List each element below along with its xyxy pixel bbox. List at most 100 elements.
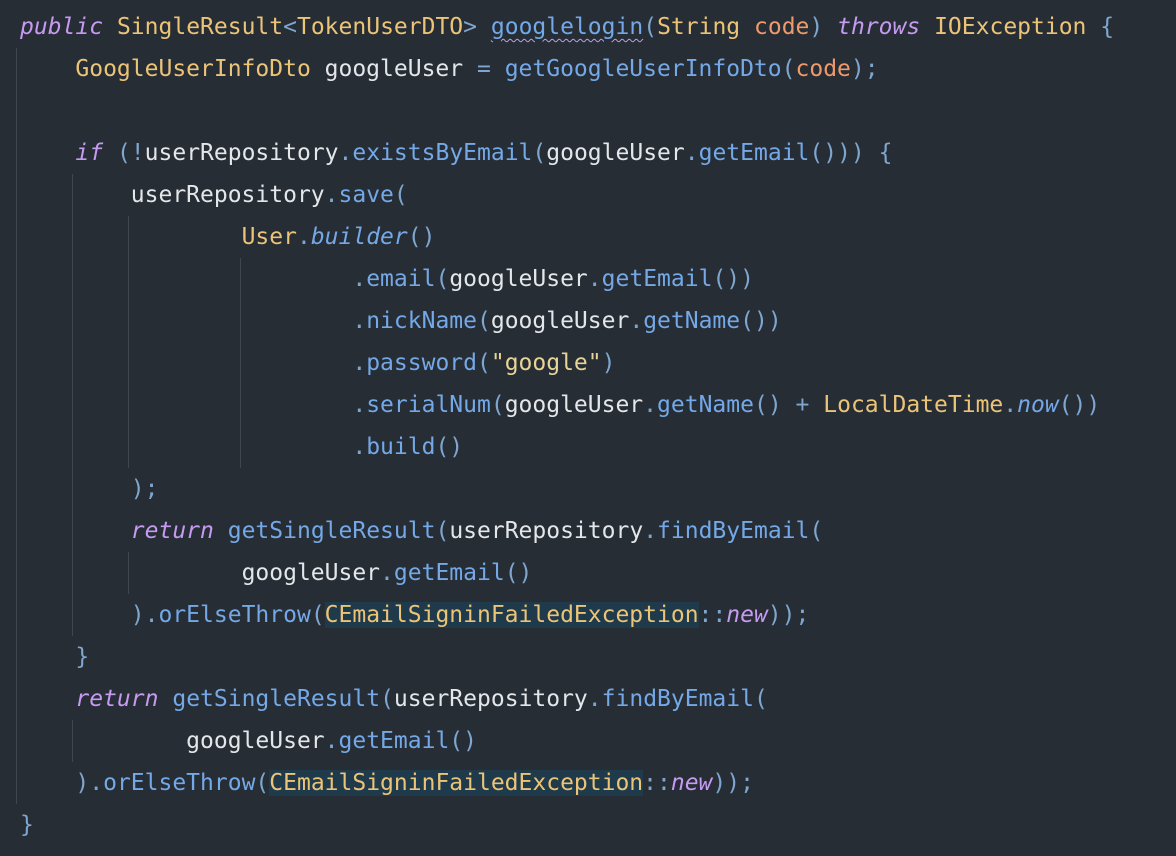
code-token: googlelogin	[490, 14, 644, 40]
code-token: .	[643, 518, 658, 544]
code-line[interactable]: googleUser.getEmail()	[20, 720, 477, 762]
code-token: .	[587, 686, 602, 712]
code-token: .	[629, 308, 644, 334]
code-token: code	[795, 56, 851, 82]
code-line[interactable]: googleUser.getEmail()	[20, 552, 533, 594]
code-token: ()	[504, 560, 533, 586]
code-token: .	[1003, 392, 1018, 418]
code-token: getEmail	[698, 140, 810, 166]
code-line[interactable]: User.builder()	[20, 216, 436, 258]
code-token: googleUser	[449, 266, 588, 292]
code-token: findByEmail	[601, 686, 754, 712]
code-token: }	[75, 644, 90, 670]
code-line[interactable]: .email(googleUser.getEmail())	[20, 258, 754, 300]
code-line[interactable]: );	[20, 468, 159, 510]
code-token: (	[753, 686, 768, 712]
code-line[interactable]: .password("google")	[20, 342, 615, 384]
code-line[interactable]: userRepository.save(	[20, 174, 408, 216]
code-token: ()	[449, 728, 477, 754]
code-token: getEmail	[338, 728, 450, 754]
code-line[interactable]: ).orElseThrow(CEmailSigninFailedExceptio…	[20, 594, 809, 636]
code-token: userRepository	[144, 140, 339, 166]
code-token: (	[435, 266, 450, 292]
code-token: .	[587, 266, 602, 292]
code-line[interactable]: }	[20, 804, 34, 846]
code-token: googleUser	[241, 560, 381, 586]
code-token: ())	[740, 308, 782, 334]
code-line[interactable]: return getSingleResult(userRepository.fi…	[20, 510, 823, 552]
code-token: ()	[435, 434, 464, 460]
code-token: orElseThrow	[158, 602, 311, 628]
code-token: CEmailSigninFailedException	[324, 602, 699, 628]
code-line[interactable]: public SingleResult<TokenUserDTO> google…	[20, 6, 1114, 48]
code-token: .	[352, 308, 367, 334]
code-token: .	[352, 350, 367, 376]
code-token: .	[324, 728, 339, 754]
code-token: (	[781, 56, 796, 82]
code-token: (	[393, 182, 408, 208]
code-token: ).	[75, 770, 104, 796]
code-token: code	[754, 14, 810, 40]
code-token: GoogleUserInfoDto	[75, 56, 311, 82]
code-token: {	[1100, 14, 1115, 40]
code-token: LocalDateTime	[823, 392, 1004, 418]
indent-guide	[16, 48, 17, 804]
code-token: ).	[130, 602, 159, 628]
code-token: );	[130, 476, 159, 502]
code-token: (	[435, 518, 450, 544]
code-token: existsByEmail	[352, 140, 533, 166]
code-line[interactable]: }	[20, 636, 89, 678]
code-token: (	[476, 308, 491, 334]
code-token: ()	[407, 224, 436, 250]
code-token: email	[366, 266, 436, 292]
code-token: ())) {	[809, 140, 893, 166]
code-editor[interactable]: public SingleResult<TokenUserDTO> google…	[0, 0, 1176, 856]
code-token: if	[75, 140, 104, 166]
code-line[interactable]: return getSingleResult(userRepository.fi…	[20, 678, 768, 720]
code-line[interactable]: ).orElseThrow(CEmailSigninFailedExceptio…	[20, 762, 754, 804]
code-line[interactable]: .nickName(googleUser.getName())	[20, 300, 782, 342]
code-token: now	[1017, 392, 1059, 418]
code-token: googleUser	[504, 392, 644, 418]
code-token: .	[338, 140, 353, 166]
code-token: googleUser	[490, 308, 630, 334]
code-token: serialNum	[366, 392, 491, 418]
code-token: )	[601, 350, 616, 376]
code-token: .	[352, 266, 367, 292]
code-line[interactable]: .serialNum(googleUser.getName() + LocalD…	[20, 384, 1100, 426]
code-token: nickName	[366, 308, 477, 334]
code-token: googleUser	[310, 56, 477, 82]
code-line[interactable]: GoogleUserInfoDto googleUser = getGoogle…	[20, 48, 878, 90]
code-token: ())	[712, 266, 754, 292]
code-line[interactable]: .build()	[20, 426, 463, 468]
code-token: return	[130, 518, 214, 544]
code-token: .	[324, 182, 339, 208]
code-token: getEmail	[601, 266, 713, 292]
code-token: >	[463, 14, 478, 40]
code-token: )	[809, 14, 824, 40]
code-line[interactable]: if (!userRepository.existsByEmail(google…	[20, 132, 892, 174]
code-token: (	[476, 350, 491, 376]
code-token: }	[20, 812, 34, 838]
code-token: build	[366, 434, 436, 460]
code-token: (	[809, 518, 824, 544]
code-token: getGoogleUserInfoDto	[504, 56, 782, 82]
code-token: userRepository	[449, 518, 644, 544]
code-token: return	[75, 686, 159, 712]
code-token: ())	[1058, 392, 1101, 418]
